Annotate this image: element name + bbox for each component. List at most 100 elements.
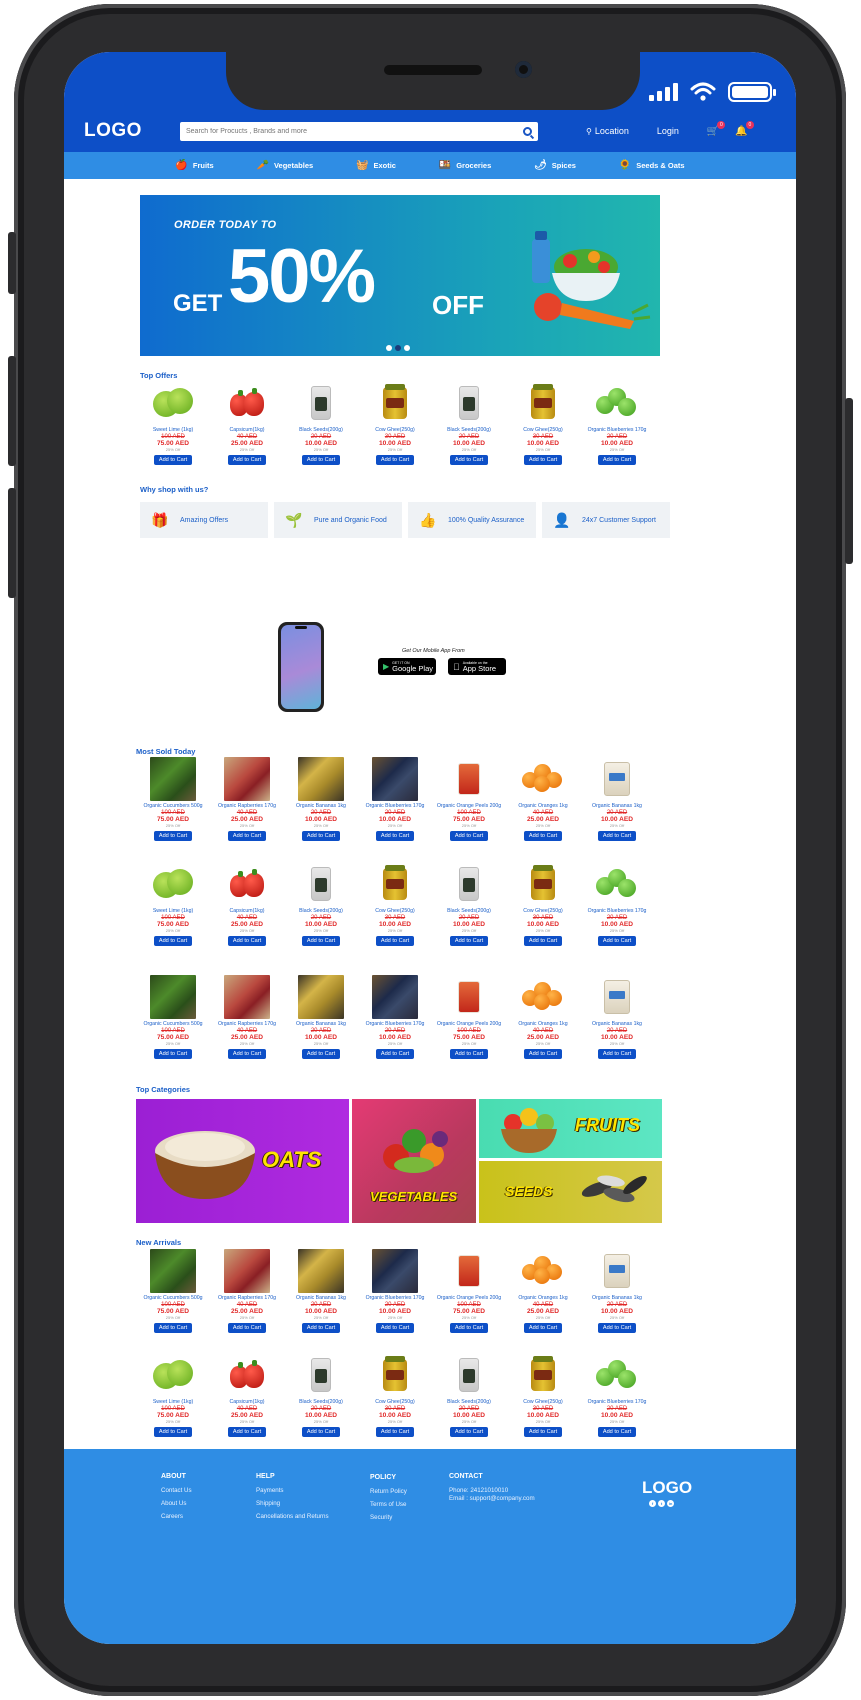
product-card[interactable]: Sweet Lime (1kg) 100 AED 75.00 AED 25% O… (136, 862, 210, 946)
product-card[interactable]: Cow Ghee(250g) 30 AED 10.00 AED 25% Off … (358, 862, 432, 946)
product-name[interactable]: Organic Oranges 1kg (518, 1021, 567, 1027)
footer-link-shipping[interactable]: Shipping (256, 1500, 329, 1507)
product-image[interactable] (458, 1249, 480, 1293)
product-card[interactable]: Capsicum(1kg) 40 AED 25.00 AED 25% Off A… (210, 381, 284, 465)
product-card[interactable]: Organic Rapberries 170g 40 AED 25.00 AED… (210, 757, 284, 841)
product-image[interactable] (458, 975, 480, 1019)
category-nav-item[interactable]: 🧺 Exotic (356, 160, 396, 171)
product-card[interactable]: Organic Cucumbers 500g 100 AED 75.00 AED… (136, 975, 210, 1059)
add-to-cart-button[interactable]: Add to Cart (227, 1049, 267, 1059)
product-card[interactable]: Organic Cucumbers 500g 100 AED 75.00 AED… (136, 757, 210, 841)
product-card[interactable]: Organic Blueberries 170g 20 AED 10.00 AE… (358, 757, 432, 841)
product-name[interactable]: Capsicum(1kg) (230, 908, 265, 914)
product-name[interactable]: Organic Rapberries 170g (218, 1021, 276, 1027)
product-card[interactable]: Black Seeds(200g) 20 AED 10.00 AED 25% O… (432, 381, 506, 465)
add-to-cart-button[interactable]: Add to Cart (153, 1049, 193, 1059)
footer-link-cancellations[interactable]: Cancellations and Returns (256, 1513, 329, 1520)
add-to-cart-button[interactable]: Add to Cart (597, 936, 637, 946)
product-image[interactable] (522, 1249, 564, 1293)
product-image[interactable] (531, 381, 555, 425)
product-name[interactable]: Organic Bananas 1kg (296, 803, 346, 809)
category-seeds-tile[interactable]: SEEDS (479, 1161, 662, 1223)
product-card[interactable]: Capsicum(1kg) 40 AED 25.00 AED 25% Off A… (210, 862, 284, 946)
product-image[interactable] (522, 757, 564, 801)
product-card[interactable]: Cow Ghee(250g) 30 AED 10.00 AED 25% Off … (506, 381, 580, 465)
product-image[interactable] (153, 862, 193, 906)
footer-link-careers[interactable]: Careers (161, 1513, 192, 1520)
add-to-cart-button[interactable]: Add to Cart (375, 936, 415, 946)
app-store-button[interactable]:  Available on theApp Store (448, 658, 506, 675)
add-to-cart-button[interactable]: Add to Cart (301, 936, 341, 946)
footer-link-contact[interactable]: Contact Us (161, 1487, 192, 1494)
product-name[interactable]: Organic Cucumbers 500g (143, 1295, 202, 1301)
product-name[interactable]: Capsicum(1kg) (230, 427, 265, 433)
product-card[interactable]: Sweet Lime (1kg) 100 AED 75.00 AED 25% O… (136, 1353, 210, 1437)
product-name[interactable]: Organic Oranges 1kg (518, 1295, 567, 1301)
product-card[interactable]: Black Seeds(200g) 20 AED 10.00 AED 25% O… (432, 1353, 506, 1437)
product-image[interactable] (522, 975, 564, 1019)
add-to-cart-button[interactable]: Add to Cart (597, 1323, 637, 1333)
product-card[interactable]: Organic Bananas 1kg 20 AED 10.00 AED 25%… (580, 1249, 654, 1333)
facebook-icon[interactable]: f (649, 1500, 656, 1507)
search-bar[interactable] (180, 121, 538, 141)
add-to-cart-button[interactable]: Add to Cart (153, 831, 193, 841)
product-image[interactable] (459, 862, 479, 906)
add-to-cart-button[interactable]: Add to Cart (449, 1049, 489, 1059)
add-to-cart-button[interactable]: Add to Cart (153, 1323, 193, 1333)
product-image[interactable] (372, 757, 418, 801)
product-image[interactable] (230, 862, 264, 906)
product-name[interactable]: Black Seeds(200g) (447, 427, 491, 433)
product-name[interactable]: Black Seeds(200g) (447, 1399, 491, 1405)
product-image[interactable] (604, 757, 630, 801)
add-to-cart-button[interactable]: Add to Cart (597, 831, 637, 841)
product-image[interactable] (311, 862, 331, 906)
product-image[interactable] (459, 1353, 479, 1397)
product-name[interactable]: Cow Ghee(250g) (375, 427, 415, 433)
promo-banner[interactable]: ORDER TODAY TO GET 50% OFF (140, 195, 660, 356)
product-name[interactable]: Organic Orange Peels 200g (437, 1021, 501, 1027)
add-to-cart-button[interactable]: Add to Cart (227, 936, 267, 946)
add-to-cart-button[interactable]: Add to Cart (597, 1427, 637, 1437)
product-name[interactable]: Organic Cucumbers 500g (143, 803, 202, 809)
product-card[interactable]: Cow Ghee(250g) 30 AED 10.00 AED 25% Off … (506, 862, 580, 946)
product-name[interactable]: Organic Orange Peels 200g (437, 1295, 501, 1301)
product-card[interactable]: Organic Blueberries 170g 20 AED 10.00 AE… (358, 975, 432, 1059)
google-play-button[interactable]: ▶ GET IT ON Google Play (378, 658, 436, 675)
add-to-cart-button[interactable]: Add to Cart (449, 936, 489, 946)
product-image[interactable] (604, 1249, 630, 1293)
add-to-cart-button[interactable]: Add to Cart (227, 1427, 267, 1437)
product-card[interactable]: Black Seeds(200g) 20 AED 10.00 AED 25% O… (432, 862, 506, 946)
product-name[interactable]: Organic Rapberries 170g (218, 1295, 276, 1301)
product-image[interactable] (224, 975, 270, 1019)
product-card[interactable]: Black Seeds(200g) 20 AED 10.00 AED 25% O… (284, 381, 358, 465)
product-image[interactable] (372, 1249, 418, 1293)
product-name[interactable]: Organic Bananas 1kg (592, 1295, 642, 1301)
add-to-cart-button[interactable]: Add to Cart (153, 936, 193, 946)
product-card[interactable]: Sweet Lime (1kg) 100 AED 75.00 AED 25% O… (136, 381, 210, 465)
footer-logo[interactable]: LOGO (642, 1478, 692, 1498)
product-card[interactable]: Organic Blueberries 170g 20 AED 10.00 AE… (580, 862, 654, 946)
product-image[interactable] (458, 757, 480, 801)
footer-link-terms[interactable]: Terms of Use (370, 1501, 407, 1508)
product-card[interactable]: Organic Oranges 1kg 40 AED 25.00 AED 25%… (506, 1249, 580, 1333)
product-name[interactable]: Cow Ghee(250g) (523, 908, 563, 914)
carousel-dot[interactable] (386, 345, 392, 351)
product-name[interactable]: Sweet Lime (1kg) (153, 1399, 193, 1405)
product-name[interactable]: Black Seeds(200g) (299, 908, 343, 914)
footer-link-security[interactable]: Security (370, 1514, 407, 1521)
product-card[interactable]: Organic Bananas 1kg 20 AED 10.00 AED 25%… (284, 1249, 358, 1333)
carousel-dot[interactable] (404, 345, 410, 351)
add-to-cart-button[interactable]: Add to Cart (375, 455, 415, 465)
add-to-cart-button[interactable]: Add to Cart (375, 1427, 415, 1437)
category-nav-item[interactable]: 🥕 Vegetables (257, 160, 314, 171)
add-to-cart-button[interactable]: Add to Cart (597, 455, 637, 465)
product-name[interactable]: Organic Blueberries 170g (366, 1295, 425, 1301)
product-name[interactable]: Organic Cucumbers 500g (143, 1021, 202, 1027)
product-name[interactable]: Organic Oranges 1kg (518, 803, 567, 809)
product-name[interactable]: Organic Blueberries 170g (588, 1399, 647, 1405)
product-name[interactable]: Organic Bananas 1kg (296, 1021, 346, 1027)
category-nav-item[interactable]: 🌶 Spices (534, 160, 576, 171)
product-name[interactable]: Organic Blueberries 170g (366, 803, 425, 809)
category-oats-tile[interactable]: OATS (136, 1099, 349, 1223)
product-card[interactable]: Organic Orange Peels 200g 100 AED 75.00 … (432, 757, 506, 841)
